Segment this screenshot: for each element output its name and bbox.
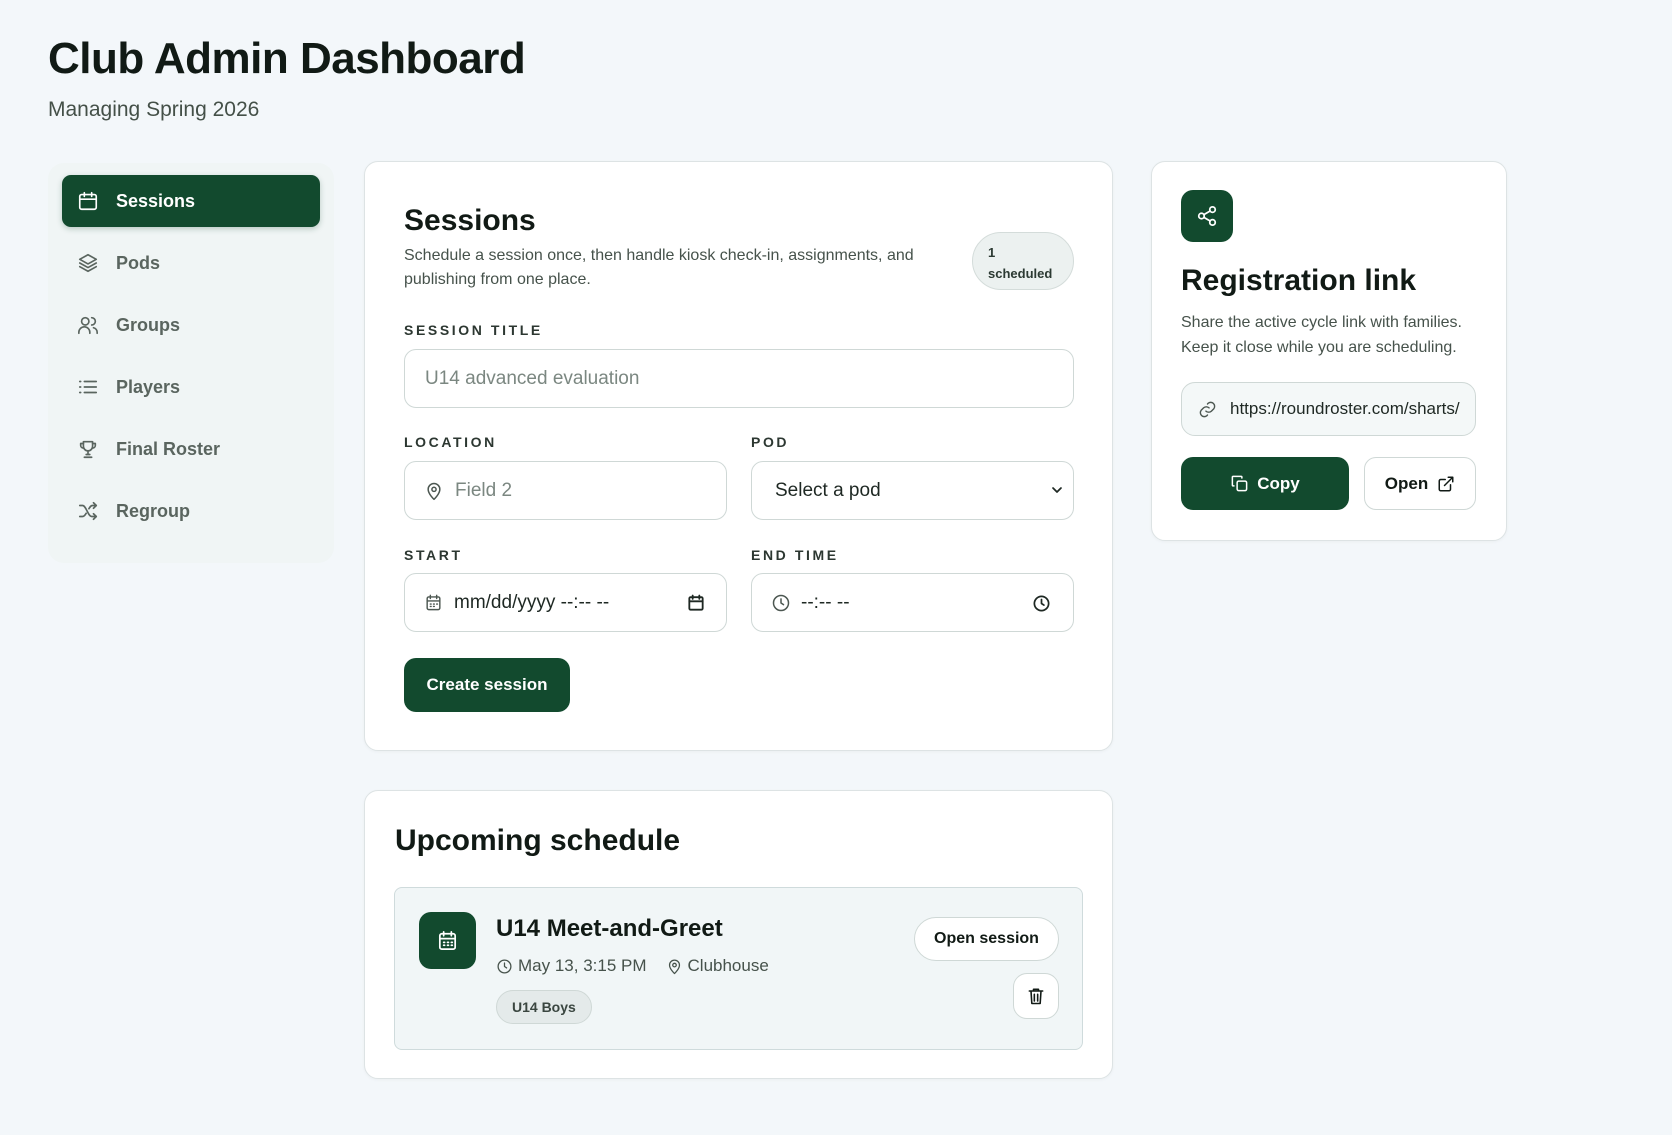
sessions-description: Schedule a session once, then handle kio… — [404, 247, 914, 288]
end-time-input[interactable]: --:-- -- — [751, 573, 1074, 632]
page-subtitle: Managing Spring 2026 — [48, 98, 260, 121]
sessions-card: Sessions Schedule a session once, then h… — [364, 161, 1113, 751]
sidebar-item-pods[interactable]: Pods — [62, 237, 320, 289]
pod-label: POD — [751, 434, 790, 450]
registration-description: Share the active cycle link with familie… — [1181, 314, 1462, 356]
users-icon — [76, 313, 100, 337]
session-title-placeholder: U14 advanced evaluation — [425, 367, 640, 389]
delete-session-button[interactable] — [1013, 973, 1059, 1019]
scheduled-count: 1 — [988, 245, 996, 260]
end-time-label: END TIME — [751, 547, 839, 563]
location-input[interactable]: Field 2 — [404, 461, 727, 520]
sidebar-item-players[interactable]: Players — [62, 361, 320, 413]
session-datetime: May 13, 3:15 PM — [518, 956, 647, 975]
sidebar-item-label: Pods — [116, 252, 161, 273]
end-time-placeholder: --:-- -- — [801, 591, 850, 613]
location-label: LOCATION — [404, 434, 497, 450]
calendar-icon — [76, 189, 100, 213]
sidebar-item-label: Final Roster — [116, 438, 221, 459]
calendar-icon — [419, 912, 476, 969]
sidebar-item-label: Groups — [116, 314, 181, 335]
sidebar-item-label: Regroup — [116, 500, 190, 521]
link-icon — [1198, 400, 1217, 419]
layers-icon — [76, 251, 100, 275]
start-datetime-placeholder: mm/dd/yyyy --:-- -- — [454, 591, 610, 613]
open-label: Open — [1384, 473, 1429, 493]
location-placeholder: Field 2 — [455, 479, 513, 501]
clock-icon — [496, 958, 513, 975]
pod-select[interactable]: Select a pod — [751, 461, 1074, 520]
page-header: Club Admin Dashboard Managing Spring 202… — [48, 34, 526, 122]
session-meta: May 13, 3:15 PM Clubhouse — [496, 956, 769, 976]
session-title-input[interactable]: U14 advanced evaluation — [404, 349, 1074, 408]
sidebar-item-sessions[interactable]: Sessions — [62, 175, 320, 227]
scheduled-count-label: scheduled — [988, 266, 1053, 281]
group-tag: U14 Boys — [496, 990, 592, 1024]
open-session-button[interactable]: Open session — [914, 917, 1059, 961]
open-link-button[interactable]: Open — [1364, 457, 1476, 510]
copy-label: Copy — [1257, 473, 1300, 493]
sidebar-item-groups[interactable]: Groups — [62, 299, 320, 351]
start-datetime-input[interactable]: mm/dd/yyyy --:-- -- — [404, 573, 727, 632]
registration-link-card: Registration link Share the active cycle… — [1151, 161, 1507, 541]
trash-icon — [1026, 986, 1046, 1006]
sidebar-item-final-roster[interactable]: Final Roster — [62, 423, 320, 475]
registration-title: Registration link — [1181, 264, 1417, 297]
start-label: START — [404, 547, 463, 563]
calendar-icon — [424, 593, 443, 612]
registration-url: https://roundroster.com/sharts/ — [1230, 399, 1460, 418]
list-item: U14 Meet-and-Greet May 13, 3:15 PM Clubh… — [394, 887, 1083, 1050]
session-name: U14 Meet-and-Greet — [496, 915, 723, 942]
registration-url-field[interactable]: https://roundroster.com/sharts/ — [1181, 382, 1476, 436]
upcoming-schedule-card: Upcoming schedule U14 Meet-and-Greet May… — [364, 790, 1113, 1079]
copy-icon — [1230, 474, 1249, 493]
external-link-icon — [1437, 475, 1455, 493]
map-pin-icon — [424, 481, 444, 501]
schedule-title: Upcoming schedule — [395, 824, 681, 857]
list-icon — [76, 375, 100, 399]
sidebar-item-label: Players — [116, 376, 181, 397]
page-title: Club Admin Dashboard — [48, 34, 526, 83]
trophy-icon — [76, 437, 100, 461]
scheduled-count-badge: 1 scheduled — [972, 232, 1074, 290]
shuffle-icon — [76, 499, 100, 523]
sidebar: Sessions Pods Groups Players Final Roste… — [48, 163, 334, 563]
map-pin-icon — [666, 958, 683, 975]
sidebar-item-label: Sessions — [116, 190, 196, 211]
session-title-label: SESSION TITLE — [404, 322, 543, 338]
sidebar-item-regroup[interactable]: Regroup — [62, 485, 320, 537]
chevron-down-icon — [1049, 482, 1065, 498]
create-session-button[interactable]: Create session — [404, 658, 570, 712]
copy-link-button[interactable]: Copy — [1181, 457, 1349, 510]
pod-select-value: Select a pod — [775, 479, 881, 501]
time-picker-icon[interactable] — [1032, 594, 1051, 613]
session-location: Clubhouse — [687, 956, 769, 975]
share-icon — [1181, 190, 1233, 242]
clock-icon — [771, 593, 791, 613]
sessions-title: Sessions — [404, 204, 536, 237]
calendar-picker-icon[interactable] — [686, 593, 706, 613]
